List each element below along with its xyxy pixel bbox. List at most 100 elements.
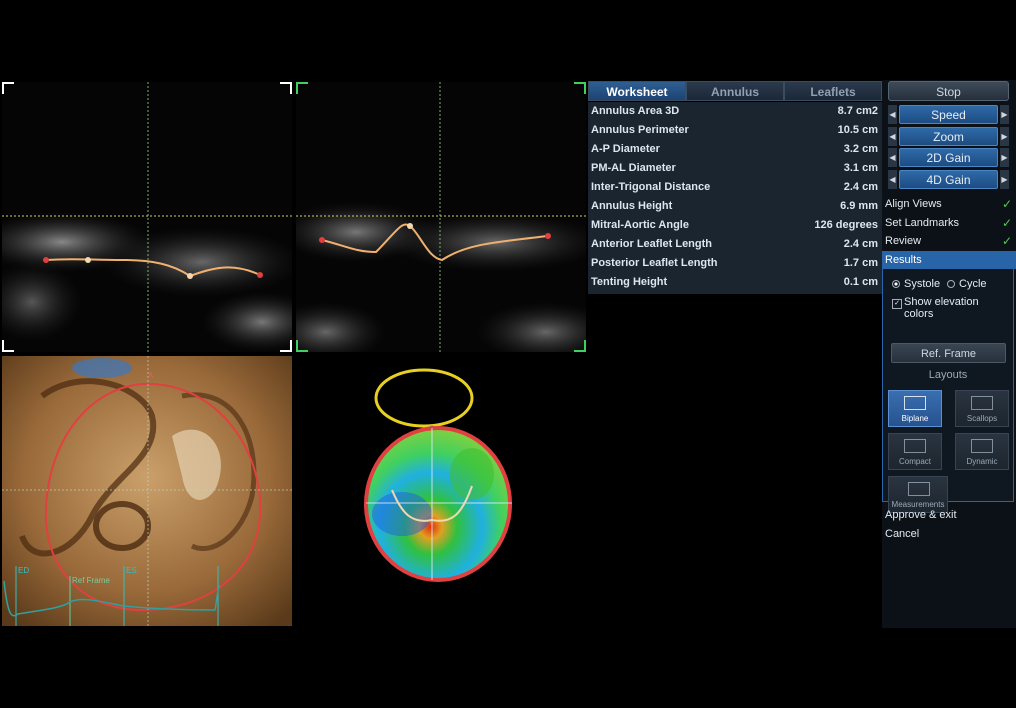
measurement-label: Tenting Height (591, 276, 668, 288)
measurement-label: PM-AL Diameter (591, 162, 676, 174)
ultrasound-view-left[interactable] (2, 82, 292, 352)
aortic-ring (374, 368, 474, 428)
measurement-value: 126 degrees (814, 219, 878, 231)
triangle-right-icon[interactable]: ▶ (1000, 170, 1009, 189)
timeline-es-label: ES (126, 566, 137, 575)
approve-exit-label: Approve & exit (885, 509, 957, 521)
radio-selected-icon (892, 280, 900, 288)
radio-systole[interactable]: Systole (892, 278, 940, 290)
ref-frame-button[interactable]: Ref. Frame (891, 343, 1006, 363)
view-corner (296, 340, 308, 352)
elevation-map[interactable] (362, 364, 522, 590)
triangle-right-icon[interactable]: ▶ (1000, 105, 1009, 124)
grid-icon (904, 439, 926, 453)
layout-compact[interactable]: Compact (888, 433, 942, 470)
view-corner (280, 340, 292, 352)
gain-2d-button[interactable]: 2D Gain (899, 148, 998, 167)
ultrasound-left-svg (2, 82, 292, 352)
measurement-label: Inter-Trigonal Distance (591, 181, 711, 193)
measurement-row: Posterior Leaflet Length 1.7 cm (588, 254, 882, 273)
radio-cycle-label: Cycle (959, 278, 987, 290)
single-pane-icon (908, 482, 930, 496)
layout-label: Compact (898, 457, 931, 466)
gain-4d-stepper: ◀ 4D Gain ▶ (888, 170, 1009, 189)
measurement-label: Annulus Perimeter (591, 124, 689, 136)
render-view-3d[interactable]: A ED Ref Frame ES (2, 356, 292, 626)
measurement-row: Anterior Leaflet Length 2.4 cm (588, 235, 882, 254)
view-corner (2, 340, 14, 352)
stop-button[interactable]: Stop (888, 81, 1009, 101)
layouts-title: Layouts (928, 369, 968, 381)
radio-systole-label: Systole (904, 278, 941, 290)
tab-worksheet[interactable]: Worksheet (588, 81, 686, 101)
blue-highlight (72, 358, 132, 378)
speed-stepper: ◀ Speed ▶ (888, 105, 1009, 124)
anterior-marker: A (148, 371, 154, 380)
checkbox-checked-icon: ✓ (892, 299, 902, 309)
triangle-left-icon[interactable]: ◀ (888, 170, 897, 189)
triangle-left-icon[interactable]: ◀ (888, 127, 897, 146)
view-corner (574, 340, 586, 352)
grid-icon (971, 396, 993, 410)
measurement-label: Annulus Height (591, 200, 673, 212)
triangle-right-icon[interactable]: ▶ (1000, 148, 1009, 167)
cancel-button[interactable]: Cancel (882, 525, 1016, 543)
zoom-stepper: ◀ Zoom ▶ (888, 127, 1009, 146)
step-results[interactable]: Results (882, 251, 1016, 269)
triangle-right-icon[interactable]: ▶ (1000, 127, 1009, 146)
radio-unselected-icon (947, 280, 955, 288)
measurement-label: A-P Diameter (591, 143, 660, 155)
measurement-row: Annulus Height 6.9 mm (588, 197, 882, 216)
control-panel: Stop ◀ Speed ▶ ◀ Zoom ▶ ◀ 2D Gain ▶ ◀ 4D… (882, 80, 1016, 628)
show-elevation-label: Show elevation colors (904, 296, 979, 320)
measurement-value: 1.7 cm (843, 257, 878, 269)
triangle-left-icon[interactable]: ◀ (888, 148, 897, 167)
results-section: Systole Cycle ✓ Show elevation colors Re… (882, 268, 1014, 513)
measurement-value: 2.4 cm (843, 238, 878, 250)
step-review[interactable]: Review ✓ (882, 232, 1016, 250)
render-3d-svg: A (2, 356, 292, 626)
gain-2d-stepper: ◀ 2D Gain ▶ (888, 148, 1009, 167)
speed-button[interactable]: Speed (899, 105, 998, 124)
measurement-value: 2.4 cm (843, 181, 878, 193)
measurement-value: 10.5 cm (837, 124, 878, 136)
step-label: Set Landmarks (885, 217, 959, 229)
check-icon: ✓ (1001, 216, 1012, 230)
gain-4d-button[interactable]: 4D Gain (899, 170, 998, 189)
landmark-point (257, 272, 263, 278)
green-region (450, 448, 494, 500)
radio-cycle[interactable]: Cycle (947, 278, 987, 290)
step-set-landmarks[interactable]: Set Landmarks ✓ (882, 214, 1016, 232)
layout-scallops[interactable]: Scallops (955, 390, 1009, 427)
ultrasound-view-right[interactable] (296, 82, 586, 352)
measurement-row: Annulus Perimeter 10.5 cm (588, 121, 882, 140)
step-align-views[interactable]: Align Views ✓ (882, 195, 1016, 213)
layout-label: Dynamic (966, 457, 998, 466)
measurement-value: 3.2 cm (843, 143, 878, 155)
approve-exit-button[interactable]: Approve & exit (882, 506, 1016, 524)
measurement-value: 3.1 cm (843, 162, 878, 174)
results-tabs: Worksheet Annulus Leaflets (588, 81, 882, 101)
measurement-row: A-P Diameter 3.2 cm (588, 140, 882, 159)
show-elevation-checkbox[interactable]: ✓ Show elevation colors (892, 296, 1007, 320)
view-corner (2, 82, 14, 94)
layout-label: Scallops (966, 414, 998, 423)
measurement-value: 6.9 mm (840, 200, 878, 212)
tab-annulus[interactable]: Annulus (686, 81, 784, 101)
measurements-table: Annulus Area 3D 8.7 cm2 Annulus Perimeter… (588, 102, 882, 294)
landmark-point (319, 237, 325, 243)
cancel-label: Cancel (885, 528, 920, 540)
landmark-point (407, 223, 413, 229)
measurement-value: 8.7 cm2 (837, 105, 878, 117)
view-corner (574, 82, 586, 94)
zoom-button[interactable]: Zoom (899, 127, 998, 146)
ultrasound-right-svg (296, 82, 586, 352)
triangle-left-icon[interactable]: ◀ (888, 105, 897, 124)
grid-icon (971, 439, 993, 453)
landmark-point (85, 257, 91, 263)
landmark-point (545, 233, 551, 239)
tab-leaflets[interactable]: Leaflets (784, 81, 882, 101)
landmark-point (43, 257, 49, 263)
layout-dynamic[interactable]: Dynamic (955, 433, 1009, 470)
layout-biplane[interactable]: Biplane (888, 390, 942, 427)
